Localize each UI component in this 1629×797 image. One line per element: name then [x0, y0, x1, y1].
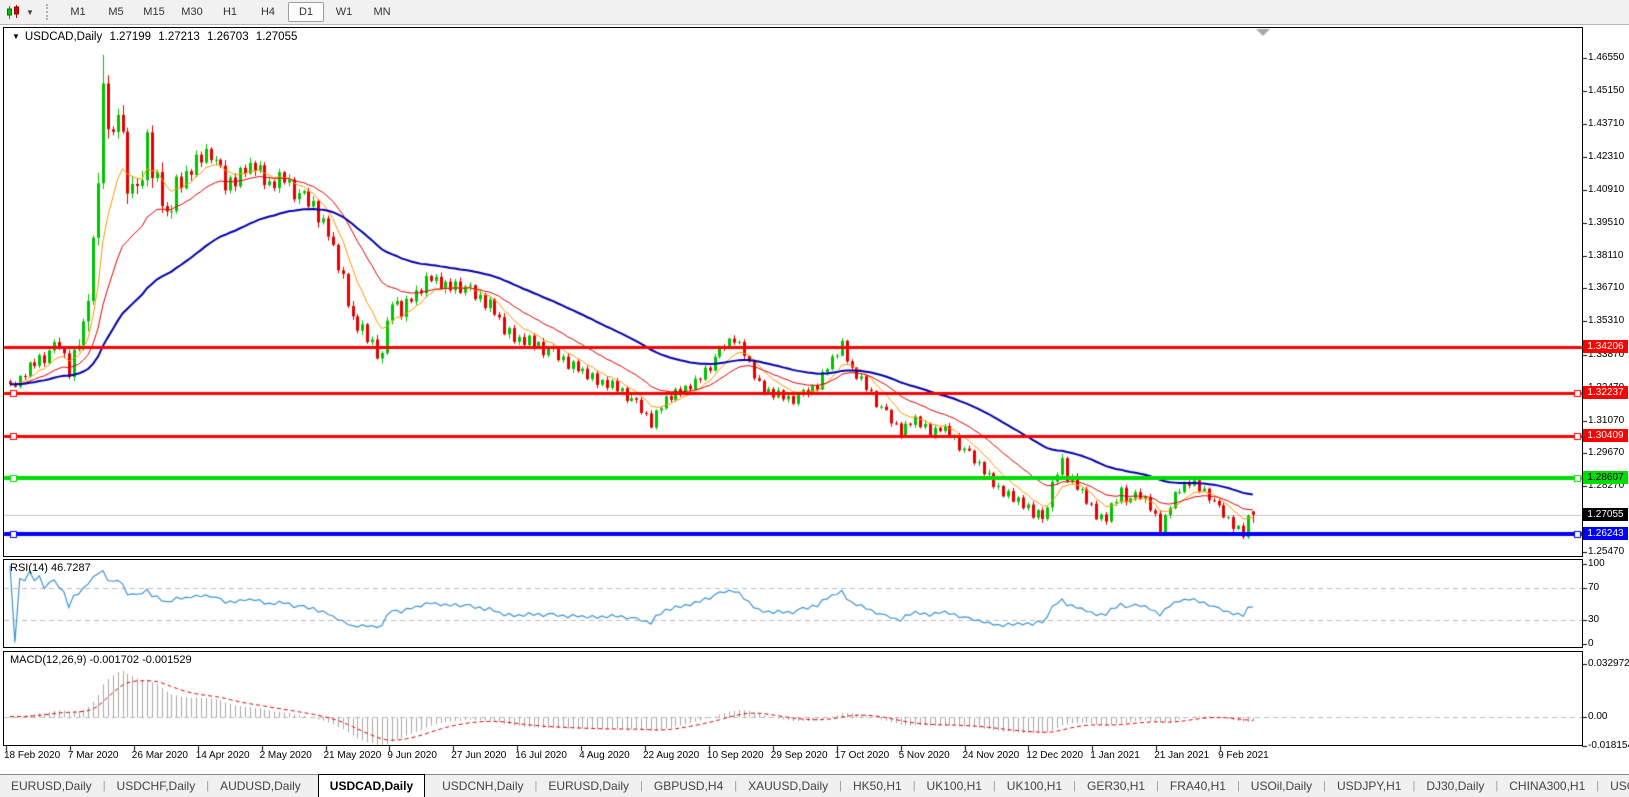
macd-label: MACD(12,26,9) -0.001702 -0.001529 — [10, 654, 192, 666]
price-axis-label: 1.25470 — [1588, 546, 1624, 558]
tab-uk100-h1[interactable]: UK100,H1 — [916, 775, 993, 797]
tab-hk50-h1[interactable]: HK50,H1 — [842, 775, 913, 797]
price-axis-label: 1.35310 — [1588, 315, 1624, 327]
tab-dj30-daily[interactable]: DJ30,Daily — [1415, 775, 1495, 797]
price-level-badge-127055: 1.27055 — [1583, 508, 1628, 521]
tab-ger30-h1[interactable]: GER30,H1 — [1076, 775, 1156, 797]
tab-usdjpy-h1[interactable]: USDJPY,H1 — [1326, 775, 1412, 797]
tab-usdchf-daily[interactable]: USDCHF,Daily — [106, 775, 207, 797]
price-level-badge-132237: 1.32237 — [1583, 386, 1628, 399]
price-axis-label: 1.36710 — [1588, 282, 1624, 294]
price-level-badge-126243: 1.26243 — [1583, 527, 1628, 540]
rsi-level-label: 70 — [1588, 582, 1599, 594]
date-axis-label: 27 Jun 2020 — [451, 750, 506, 761]
tab-audusd-daily[interactable]: AUDUSD,Daily — [209, 775, 312, 797]
date-axis-label: 21 Jan 2021 — [1154, 750, 1209, 761]
rsi-level-label: 0 — [1588, 638, 1594, 650]
price-axis-label: 1.39510 — [1588, 217, 1624, 229]
chart-title: ▼ USDCAD,Daily 1.27199 1.27213 1.26703 1.… — [12, 31, 301, 43]
tab-eurusd-daily[interactable]: EURUSD,Daily — [537, 775, 640, 797]
rsi-level-label: 100 — [1588, 558, 1605, 570]
date-axis-label: 4 Aug 2020 — [579, 750, 630, 761]
mt4-window: ▼ M1M5M15M30H1H4D1W1MN ▼USDCAD,Daily 1.2… — [0, 0, 1629, 797]
chart-title-marker-icon: ▼ — [12, 32, 20, 41]
date-axis-label: 18 Feb 2020 — [4, 750, 60, 761]
price-axis-label: 1.38110 — [1588, 250, 1623, 262]
chart-canvas[interactable] — [0, 0, 1629, 797]
date-axis-label: 12 Dec 2020 — [1026, 750, 1083, 761]
date-axis-label: 26 Mar 2020 — [132, 750, 188, 761]
tab-uk100-h1[interactable]: UK100,H1 — [996, 775, 1073, 797]
price-axis-label: 1.45150 — [1588, 85, 1624, 97]
date-axis-label: 21 May 2020 — [324, 750, 382, 761]
macd-level-label: 0.032972 — [1588, 658, 1629, 670]
ohlc-high: 1.27213 — [158, 31, 200, 43]
date-axis-label: 29 Sep 2020 — [771, 750, 828, 761]
tab-usc[interactable]: USC — [1599, 775, 1629, 797]
macd-level-label: 0.00 — [1588, 711, 1607, 723]
tab-china300-h1[interactable]: CHINA300,H1 — [1498, 775, 1596, 797]
date-axis-label: 1 Jan 2021 — [1090, 750, 1140, 761]
tab-gbpusd-h4[interactable]: GBPUSD,H4 — [643, 775, 734, 797]
ohlc-close: 1.27055 — [256, 31, 298, 43]
tab-usoil-daily[interactable]: USOil,Daily — [1240, 775, 1323, 797]
tab-usdcnh-daily[interactable]: USDCNH,Daily — [431, 775, 534, 797]
price-level-badge-128607: 1.28607 — [1583, 471, 1628, 484]
date-axis-label: 5 Nov 2020 — [899, 750, 950, 761]
date-axis-label: 9 Feb 2021 — [1218, 750, 1269, 761]
date-axis-label: 10 Sep 2020 — [707, 750, 764, 761]
price-axis-label: 1.46550 — [1588, 52, 1624, 64]
date-axis-label: 24 Nov 2020 — [963, 750, 1020, 761]
tab-usdcad-daily[interactable]: USDCAD,Daily — [318, 774, 425, 797]
date-axis-label: 17 Oct 2020 — [835, 750, 889, 761]
price-axis-label: 1.31070 — [1588, 415, 1624, 427]
price-axis-label: 1.40910 — [1588, 184, 1624, 196]
tab-list: EURUSD,Daily|USDCHF,Daily|AUDUSD,DailyUS… — [0, 775, 1629, 797]
price-level-badge-130409: 1.30409 — [1583, 429, 1628, 442]
price-axis-label: 1.29670 — [1588, 447, 1624, 459]
symbol-tab-bar: EURUSD,Daily|USDCHF,Daily|AUDUSD,DailyUS… — [0, 774, 1629, 797]
date-axis-label: 22 Aug 2020 — [643, 750, 699, 761]
tab-eurusd-daily[interactable]: EURUSD,Daily — [0, 775, 103, 797]
date-axis-label: 7 Mar 2020 — [68, 750, 119, 761]
tab-xauusd-daily[interactable]: XAUUSD,Daily — [737, 775, 839, 797]
macd-level-label: -0.018154 — [1588, 740, 1629, 752]
date-axis-label: 2 May 2020 — [260, 750, 312, 761]
rsi-level-label: 30 — [1588, 614, 1599, 626]
tab-fra40-h1[interactable]: FRA40,H1 — [1159, 775, 1237, 797]
date-axis-label: 14 Apr 2020 — [196, 750, 250, 761]
ohlc-open: 1.27199 — [109, 31, 151, 43]
rsi-label: RSI(14) 46.7287 — [10, 562, 91, 574]
price-level-badge-134206: 1.34206 — [1583, 340, 1628, 353]
date-axis-label: 9 Jun 2020 — [387, 750, 437, 761]
ohlc-low: 1.26703 — [207, 31, 249, 43]
chart-symbol-period: USDCAD,Daily — [25, 31, 102, 43]
date-axis-label: 16 Jul 2020 — [515, 750, 567, 761]
price-axis-label: 1.42310 — [1588, 151, 1624, 163]
price-axis-label: 1.43710 — [1588, 118, 1624, 130]
